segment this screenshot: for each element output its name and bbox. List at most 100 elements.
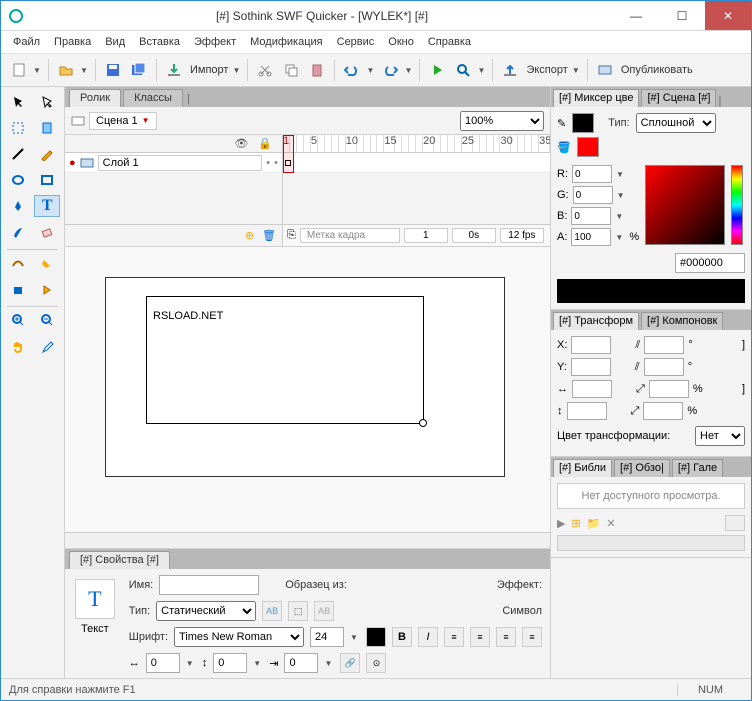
preview-button[interactable] — [451, 58, 475, 82]
name-input[interactable] — [159, 575, 259, 595]
dropdown-icon[interactable]: ▼ — [232, 66, 242, 75]
dropdown-icon[interactable]: ▼ — [572, 66, 582, 75]
minimize-button[interactable]: — — [613, 1, 659, 30]
pencil-tool[interactable] — [34, 143, 60, 165]
a-input[interactable] — [571, 228, 611, 246]
dropdown-icon[interactable]: ▼ — [477, 66, 487, 75]
transform-tool[interactable] — [5, 117, 31, 139]
italic-button[interactable]: I — [418, 627, 438, 647]
menu-view[interactable]: Вид — [99, 34, 131, 50]
layer-row[interactable]: ● Слой 1 •• — [65, 153, 282, 173]
delete-layer-button[interactable]: 🗑 — [262, 229, 276, 242]
text-tool[interactable]: T — [34, 195, 60, 217]
align-right[interactable]: ≡ — [496, 627, 516, 647]
dropdown-icon[interactable]: ▼ — [33, 66, 43, 75]
tab-gallery[interactable]: [#] Гале — [672, 459, 723, 477]
canvas[interactable]: RSLOAD.NET — [65, 247, 550, 532]
tab-movie[interactable]: Ролик — [69, 89, 121, 107]
line-tool[interactable] — [5, 143, 31, 165]
import-label[interactable]: Импорт — [188, 64, 230, 76]
publish-icon[interactable] — [593, 58, 617, 82]
w-input[interactable] — [572, 380, 612, 398]
skew-y-input[interactable] — [644, 358, 684, 376]
add-layer-button[interactable]: ⊕ — [245, 229, 254, 242]
play-button[interactable] — [425, 58, 449, 82]
dropdown-icon[interactable]: ▼ — [404, 66, 414, 75]
lock-icon[interactable]: 🔒 — [258, 137, 272, 150]
type-select[interactable]: Статический — [156, 601, 256, 621]
import-icon[interactable] — [162, 58, 186, 82]
fill-tool[interactable] — [34, 252, 60, 274]
redo-button[interactable] — [378, 58, 402, 82]
play-icon[interactable]: ▶ — [557, 517, 565, 530]
zoom-in-tool[interactable] — [5, 309, 31, 331]
menu-edit[interactable]: Правка — [48, 34, 97, 50]
save-all-button[interactable] — [127, 58, 151, 82]
maximize-button[interactable]: ☐ — [659, 1, 705, 30]
export-icon[interactable] — [498, 58, 522, 82]
tab-library[interactable]: [#] Библи — [553, 459, 612, 477]
tab-transform[interactable]: [#] Трансформ — [553, 312, 639, 330]
frame-row[interactable] — [283, 153, 550, 173]
eraser-tool[interactable] — [34, 221, 60, 243]
skew-x-input[interactable] — [644, 336, 684, 354]
menu-modify[interactable]: Модификация — [244, 34, 329, 50]
ab-button[interactable]: AB — [262, 601, 282, 621]
leading-input[interactable] — [213, 653, 247, 673]
tab-mixer[interactable]: [#] Миксер цве — [553, 89, 639, 107]
copy-button[interactable] — [279, 58, 303, 82]
playhead[interactable] — [283, 135, 294, 173]
stroke-tool[interactable] — [5, 252, 31, 274]
export-label[interactable]: Экспорт — [524, 64, 569, 76]
color-transform-select[interactable]: Нет — [695, 426, 745, 446]
target-icon[interactable]: ⊙ — [366, 653, 386, 673]
folder-icon[interactable]: 📁 — [587, 517, 601, 530]
menu-file[interactable]: Файл — [7, 34, 46, 50]
menu-window[interactable]: Окно — [382, 34, 420, 50]
h-scrollbar[interactable] — [65, 532, 550, 548]
r-input[interactable] — [572, 165, 612, 183]
lib-scrollbar[interactable] — [557, 535, 745, 551]
save-button[interactable] — [101, 58, 125, 82]
indent-input[interactable] — [284, 653, 318, 673]
dropdown-icon[interactable]: ▼ — [366, 66, 376, 75]
text-object[interactable]: RSLOAD.NET — [146, 296, 424, 424]
tab-layout[interactable]: [#] Компоновк — [641, 312, 723, 330]
fill-swatch[interactable] — [577, 137, 599, 157]
delete-icon[interactable]: ✕ — [606, 517, 615, 530]
resize-handle[interactable] — [419, 419, 427, 427]
eyedropper-tool[interactable] — [34, 335, 60, 357]
bold-button[interactable]: B — [392, 627, 412, 647]
link-icon[interactable]: 🔗 — [340, 653, 360, 673]
open-button[interactable] — [54, 58, 78, 82]
scene-dropdown[interactable]: Сцена 1 ▼ — [89, 112, 157, 130]
publish-label[interactable]: Опубликовать — [619, 64, 695, 76]
visibility-icon[interactable]: 👁 — [234, 137, 248, 150]
font-size-input[interactable] — [310, 627, 344, 647]
lib-button[interactable] — [725, 515, 745, 531]
font-select[interactable]: Times New Roman — [174, 627, 304, 647]
stroke-swatch[interactable] — [572, 113, 594, 133]
tab-review[interactable]: [#] Обзо| — [614, 459, 670, 477]
new-button[interactable] — [7, 58, 31, 82]
copy-frame-icon[interactable]: ⎘ — [287, 229, 296, 242]
zoom-select[interactable]: 100% — [460, 111, 544, 131]
brush-tool[interactable] — [5, 221, 31, 243]
bucket-tool[interactable] — [34, 278, 60, 300]
ab-button-2[interactable]: ⬚ — [288, 601, 308, 621]
tab-scene[interactable]: [#] Сцена [#] — [641, 89, 716, 107]
bucket-icon[interactable]: 🪣 — [557, 141, 571, 154]
crop-tool[interactable] — [34, 117, 60, 139]
pen-tool[interactable] — [5, 195, 31, 217]
zoom-out-tool[interactable] — [34, 309, 60, 331]
rect-tool[interactable] — [34, 169, 60, 191]
sy-input[interactable] — [643, 402, 683, 420]
x-input[interactable] — [571, 336, 611, 354]
h-input[interactable] — [567, 402, 607, 420]
hex-input[interactable] — [675, 253, 745, 273]
ab-button-3[interactable]: AB — [314, 601, 334, 621]
menu-insert[interactable]: Вставка — [133, 34, 186, 50]
menu-help[interactable]: Справка — [422, 34, 477, 50]
new-symbol-icon[interactable]: ⊞ — [571, 517, 580, 530]
dropdown-icon[interactable]: ▼ — [80, 66, 90, 75]
